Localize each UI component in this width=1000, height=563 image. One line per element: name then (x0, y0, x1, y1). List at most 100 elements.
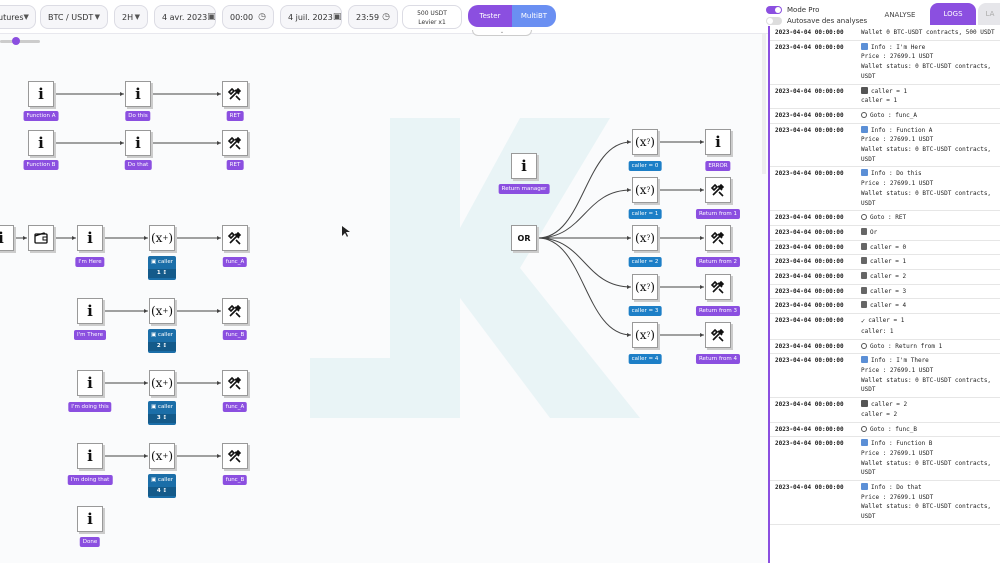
log-message: Wallet 0 BTC-USDT contracts, 500 USDT (861, 29, 995, 36)
condition-node[interactable]: (x?) (632, 177, 658, 203)
condition-node[interactable]: (x?) (632, 322, 658, 348)
condition-node[interactable]: (x?) (632, 129, 658, 155)
caller-badge[interactable]: ▣ caller 3 ↕ (148, 401, 176, 425)
info-node[interactable]: i (28, 81, 54, 107)
wallet-settings[interactable]: 500 USDT Levier x1 (402, 5, 462, 29)
tool-node[interactable] (222, 370, 248, 396)
node-label-fa: Function A (23, 111, 59, 121)
zoom-slider-track[interactable] (0, 40, 40, 43)
info-node[interactable]: i (28, 130, 54, 156)
caller-badge[interactable]: ▣ caller 2 ↕ (148, 329, 176, 353)
log-timestamp: 2023-04-04 00:00:00 (775, 243, 844, 251)
multibt-button[interactable]: MultiBT (512, 5, 556, 27)
var-icon (861, 272, 867, 280)
tab-extra[interactable]: LA (978, 3, 1000, 25)
info-node[interactable]: i (125, 81, 151, 107)
start-node[interactable]: i (0, 225, 14, 251)
log-entry: 2023-04-04 00:00:00 caller = 1 caller = 1 (770, 85, 1000, 109)
market-select[interactable]: utures ▼ (0, 5, 36, 29)
info-node[interactable]: i (511, 153, 537, 179)
node-label-fb: Function B (23, 160, 59, 170)
tool-node[interactable] (705, 177, 731, 203)
start-time-input[interactable]: 00:00 ◷ (222, 5, 274, 29)
tool-node[interactable] (222, 81, 248, 107)
mode-pro-toggle[interactable] (766, 6, 782, 14)
info-node[interactable]: i (77, 443, 103, 469)
pair-select[interactable]: BTC / USDT ▼ (40, 5, 108, 29)
edge-arrow (144, 381, 148, 385)
log-entry: 2023-04-04 00:00:00 caller = 2 caller = 2 (770, 398, 1000, 423)
tab-analyse[interactable]: ANALYSE (874, 6, 926, 24)
log-entry: 2023-04-04 00:00:00 Info : I'm There Pric… (770, 354, 1000, 399)
var-node[interactable]: (x +) (149, 225, 175, 251)
info-node[interactable]: i (77, 298, 103, 324)
autosave-label: Autosave des analyses (787, 17, 868, 25)
edge-arrow (72, 236, 76, 240)
caller-badge[interactable]: ▣ caller 4 ↕ (148, 474, 176, 498)
log-entry: 2023-04-04 00:00:00 caller = 2 (770, 270, 1000, 285)
log-entry: 2023-04-04 00:00:00 caller = 3 (770, 285, 1000, 300)
node-label-c1: caller = 1 (628, 209, 662, 219)
tool-node[interactable] (222, 225, 248, 251)
caller-badge[interactable]: ▣ caller 1 ↕ (148, 256, 176, 280)
var-node[interactable]: (x +) (149, 370, 175, 396)
node-label-im_there: I'm There (74, 330, 106, 340)
edge-arrow (144, 236, 148, 240)
tester-button[interactable]: Tester (468, 5, 512, 27)
timeframe-select[interactable]: 2H ▼ (114, 5, 148, 29)
log-entry: 2023-04-04 00:00:00 Or (770, 226, 1000, 241)
condition-node[interactable]: (x?) (632, 225, 658, 251)
log-timestamp: 2023-04-04 00:00:00 (775, 440, 844, 448)
info-node[interactable]: i (77, 506, 103, 532)
tool-node[interactable] (705, 322, 731, 348)
log-entry: 2023-04-04 00:00:00 Goto : Return from 1 (770, 340, 1000, 355)
log-message: caller = 4 (861, 301, 1000, 311)
logs-panel[interactable]: 2023-04-04 00:00:00 Wallet 0 BTC-USDT con… (768, 26, 1000, 563)
info-node[interactable]: i (705, 129, 731, 155)
tool-node[interactable] (222, 443, 248, 469)
caller-badge-title: ▣ caller (150, 404, 174, 410)
wallet-node[interactable] (28, 225, 54, 251)
edge-arrow (700, 236, 704, 240)
node-label-doing_that: I'm doing that (67, 475, 113, 485)
edge-arrow (627, 333, 631, 337)
edge-arrow (627, 140, 631, 144)
condition-node[interactable]: (x?) (632, 274, 658, 300)
log-timestamp: 2023-04-04 00:00:00 (775, 87, 844, 95)
save-icon (861, 86, 868, 94)
log-message: Info : Function B Price : 27699.1 USDT W… (861, 439, 992, 477)
var-icon (861, 286, 867, 294)
node-label-do_this: Do this (125, 111, 151, 121)
info-icon (861, 356, 868, 364)
flow-canvas[interactable]: i Function A i Do this RET i Function B i Do tha… (0, 34, 768, 563)
var-icon (861, 257, 867, 265)
var-node[interactable]: (x +) (149, 298, 175, 324)
canvas-scrollbar[interactable] (762, 34, 766, 174)
info-node[interactable]: i (77, 225, 103, 251)
tool-node[interactable] (222, 130, 248, 156)
end-time-input[interactable]: 23:59 ◷ (348, 5, 398, 29)
tab-logs[interactable]: LOGS (930, 3, 976, 25)
log-message: caller = 1 caller = 1 (861, 86, 908, 105)
save-icon (861, 400, 868, 408)
edge (537, 237, 632, 336)
start-time-value: 00:00 (230, 12, 254, 22)
edge-arrow (217, 141, 221, 145)
edge-arrow (23, 236, 27, 240)
info-node[interactable]: i (77, 370, 103, 396)
var-node[interactable]: (x +) (149, 443, 175, 469)
end-date-input[interactable]: 4 juil. 2023 ▣ (280, 5, 342, 29)
info-node[interactable]: i (125, 130, 151, 156)
tool-node[interactable] (705, 274, 731, 300)
zoom-slider-knob[interactable] (12, 37, 20, 45)
tool-node[interactable] (222, 298, 248, 324)
tool-node[interactable] (705, 225, 731, 251)
start-date-input[interactable]: 4 avr. 2023 ▣ (154, 5, 216, 29)
or-node[interactable]: OR (511, 225, 537, 251)
autosave-toggle[interactable] (766, 17, 782, 25)
goto-icon (861, 111, 867, 118)
log-entry: 2023-04-04 00:00:00 caller = 4 (770, 299, 1000, 315)
check-icon: ✓ (861, 317, 866, 326)
edge-arrow (627, 188, 631, 192)
caller-badge-title: ▣ caller (150, 332, 174, 338)
